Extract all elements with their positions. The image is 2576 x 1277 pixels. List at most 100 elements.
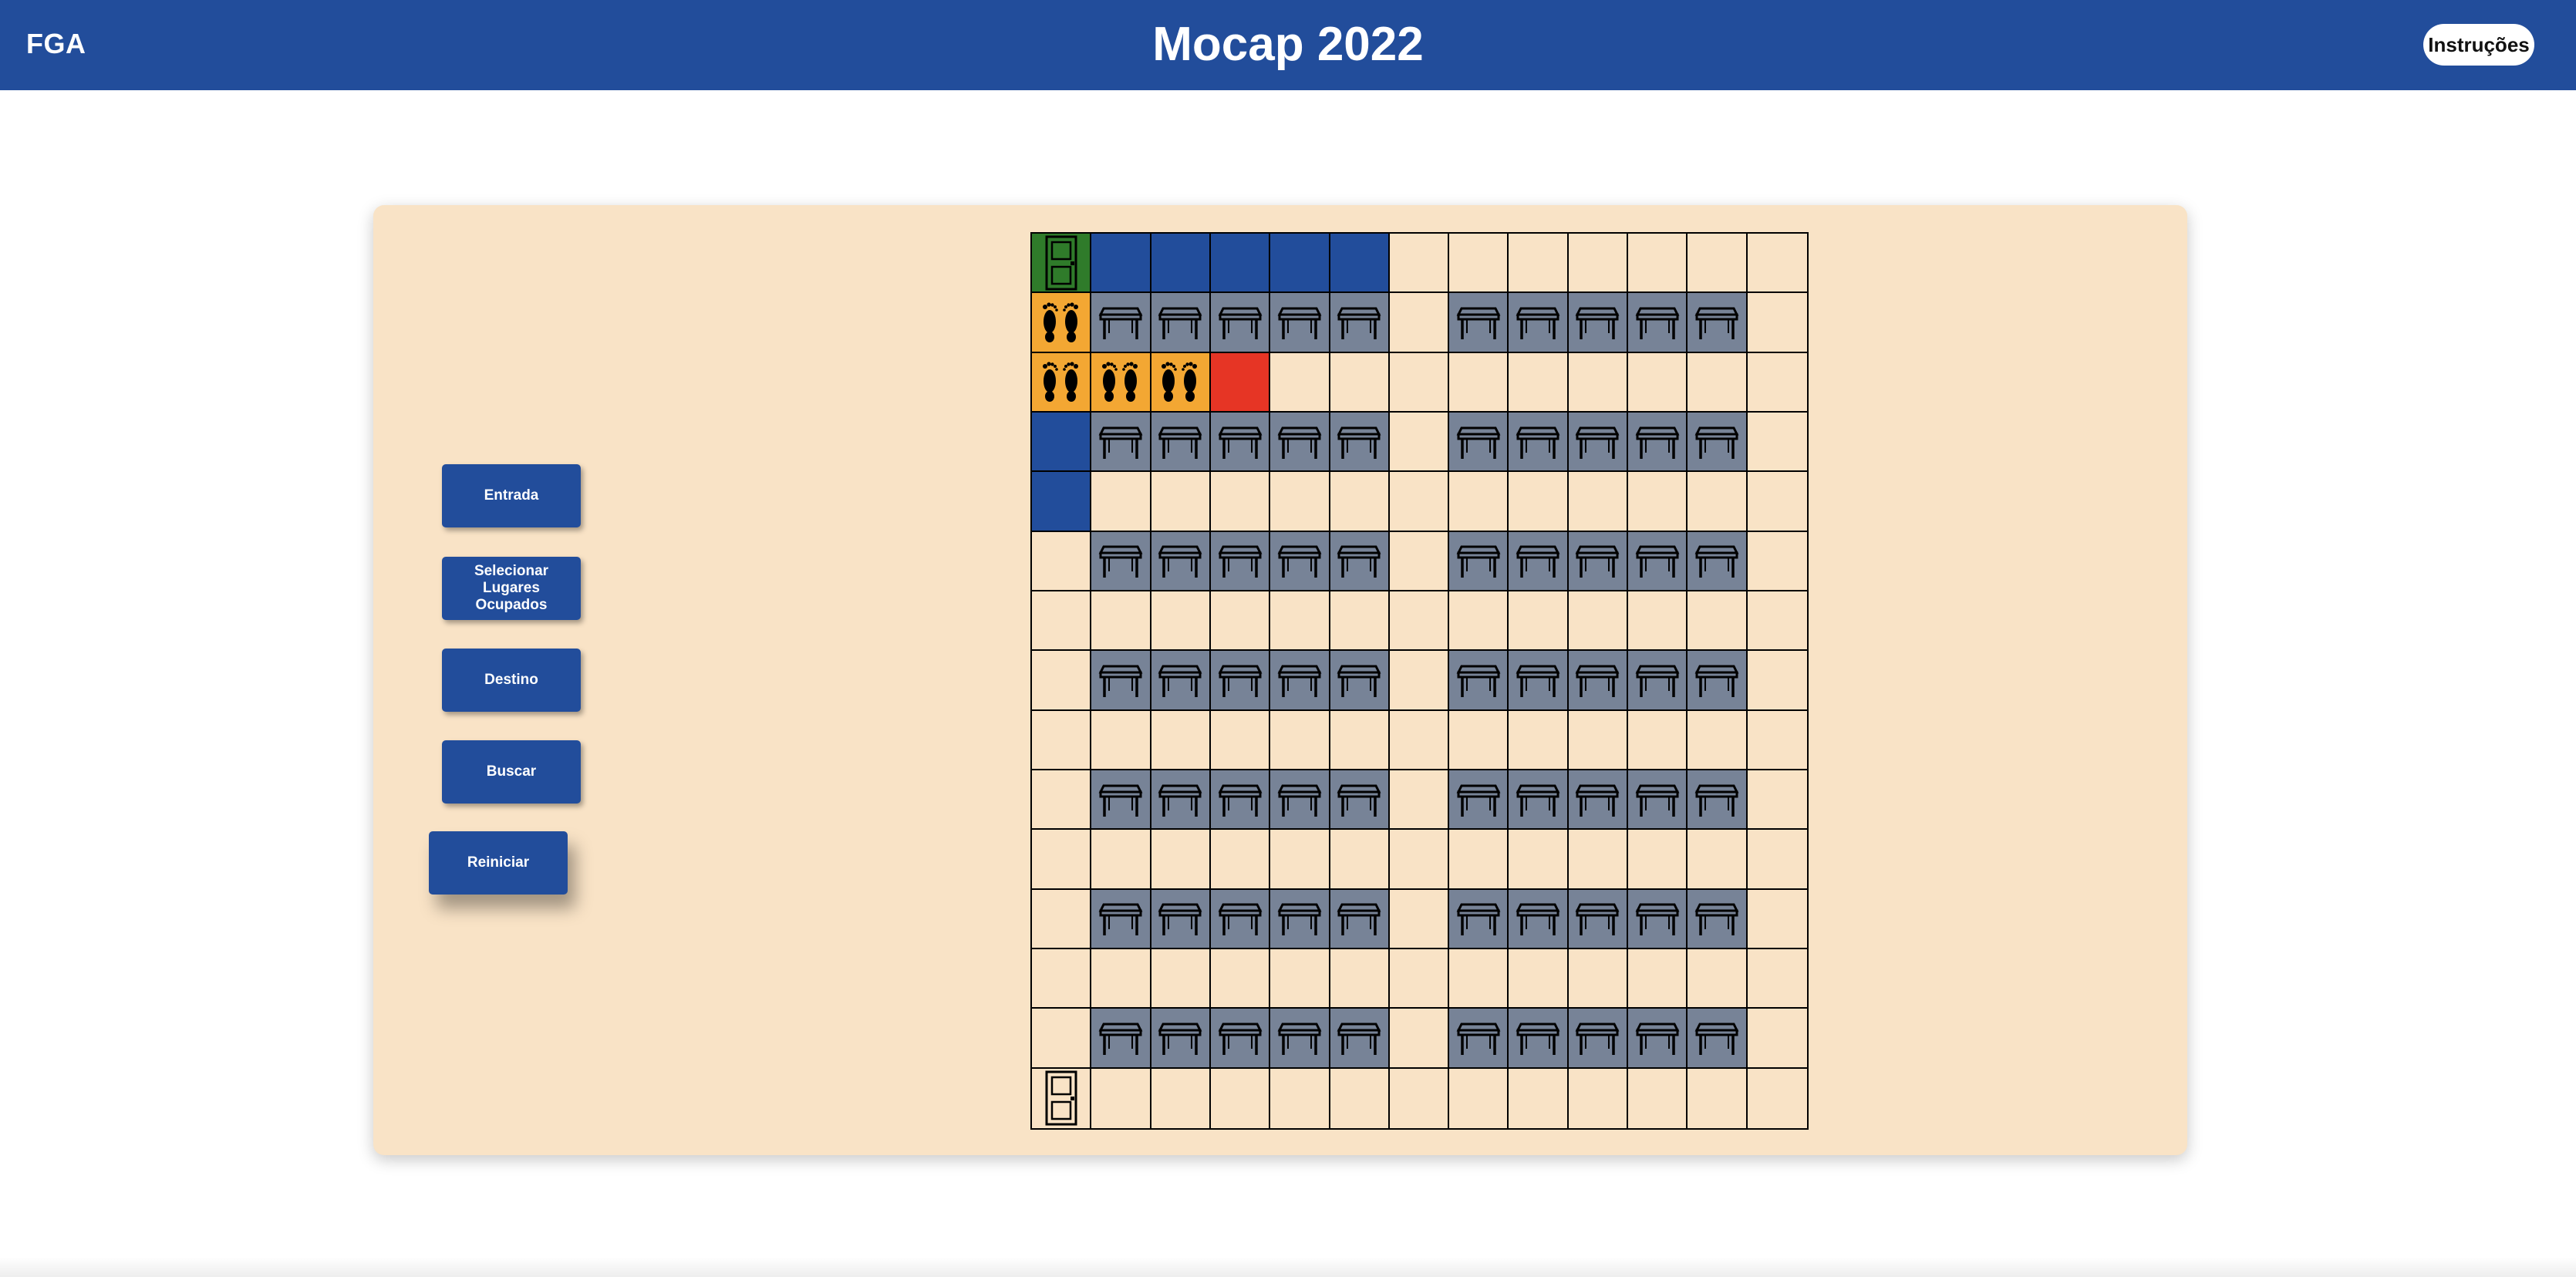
grid-cell-empty[interactable] xyxy=(1330,1068,1390,1128)
grid-cell-empty[interactable] xyxy=(1270,352,1330,413)
grid-cell-empty[interactable] xyxy=(1210,472,1271,532)
grid-cell-empty[interactable] xyxy=(1389,472,1450,532)
grid-cell-blocked[interactable] xyxy=(1032,472,1092,532)
grid-cell-seat[interactable] xyxy=(1091,651,1151,711)
grid-cell-seat[interactable] xyxy=(1270,651,1330,711)
grid-cell-seat[interactable] xyxy=(1628,293,1688,353)
grid-cell-seat[interactable] xyxy=(1210,651,1271,711)
grid-cell-blocked[interactable] xyxy=(1151,234,1211,294)
grid-cell-empty[interactable] xyxy=(1389,352,1450,413)
grid-cell-empty[interactable] xyxy=(1151,472,1211,532)
grid-cell-empty[interactable] xyxy=(1210,949,1271,1009)
grid-cell-empty[interactable] xyxy=(1449,710,1509,770)
grid-cell-empty[interactable] xyxy=(1449,1068,1509,1128)
grid-cell-seat[interactable] xyxy=(1509,1009,1569,1069)
grid-cell-empty[interactable] xyxy=(1389,710,1450,770)
grid-cell-empty[interactable] xyxy=(1747,591,1807,652)
grid-cell-empty[interactable] xyxy=(1389,234,1450,294)
grid-cell-empty[interactable] xyxy=(1032,949,1092,1009)
grid-cell-empty[interactable] xyxy=(1509,234,1569,294)
grid-cell-empty[interactable] xyxy=(1389,531,1450,591)
grid-cell-empty[interactable] xyxy=(1688,352,1748,413)
grid-cell-empty[interactable] xyxy=(1151,1068,1211,1128)
grid-cell-empty[interactable] xyxy=(1449,234,1509,294)
grid-cell-empty[interactable] xyxy=(1568,710,1629,770)
grid-cell-empty[interactable] xyxy=(1568,830,1629,890)
grid-cell-empty[interactable] xyxy=(1091,1068,1151,1128)
grid-cell-seat[interactable] xyxy=(1688,770,1748,831)
grid-cell-empty[interactable] xyxy=(1091,710,1151,770)
grid-cell-seat[interactable] xyxy=(1449,1009,1509,1069)
grid-cell-seat[interactable] xyxy=(1568,293,1629,353)
grid-cell-seat[interactable] xyxy=(1091,1009,1151,1069)
grid-cell-blocked[interactable] xyxy=(1330,234,1390,294)
grid-cell-empty[interactable] xyxy=(1747,472,1807,532)
grid-cell-empty[interactable] xyxy=(1389,770,1450,831)
grid-cell-empty[interactable] xyxy=(1389,651,1450,711)
grid-cell-seat[interactable] xyxy=(1449,889,1509,949)
grid-cell-empty[interactable] xyxy=(1210,1068,1271,1128)
grid-cell-seat[interactable] xyxy=(1330,1009,1390,1069)
grid-cell-empty[interactable] xyxy=(1389,889,1450,949)
grid-cell-empty[interactable] xyxy=(1628,1068,1688,1128)
grid-cell-path[interactable] xyxy=(1091,352,1151,413)
grid-cell-empty[interactable] xyxy=(1747,949,1807,1009)
grid-cell-seat[interactable] xyxy=(1568,1009,1629,1069)
grid-cell-seat[interactable] xyxy=(1509,770,1569,831)
grid-cell-seat[interactable] xyxy=(1628,1009,1688,1069)
grid-cell-empty[interactable] xyxy=(1509,830,1569,890)
grid-cell-empty[interactable] xyxy=(1330,949,1390,1009)
grid-cell-seat[interactable] xyxy=(1091,413,1151,473)
grid-cell-entrance[interactable] xyxy=(1032,234,1092,294)
grid-cell-seat[interactable] xyxy=(1509,889,1569,949)
grid-cell-path[interactable] xyxy=(1032,293,1092,353)
grid-cell-empty[interactable] xyxy=(1747,413,1807,473)
grid-cell-seat[interactable] xyxy=(1688,889,1748,949)
grid-cell-seat[interactable] xyxy=(1330,413,1390,473)
grid-cell-empty[interactable] xyxy=(1210,591,1271,652)
grid-cell-empty[interactable] xyxy=(1568,234,1629,294)
grid-cell-empty[interactable] xyxy=(1688,591,1748,652)
grid-cell-empty[interactable] xyxy=(1747,531,1807,591)
grid-cell-seat[interactable] xyxy=(1151,1009,1211,1069)
grid-cell-path[interactable] xyxy=(1151,352,1211,413)
grid-cell-empty[interactable] xyxy=(1091,472,1151,532)
grid-cell-seat[interactable] xyxy=(1568,651,1629,711)
grid-cell-seat[interactable] xyxy=(1568,770,1629,831)
grid-cell-empty[interactable] xyxy=(1747,889,1807,949)
grid-cell-empty[interactable] xyxy=(1449,472,1509,532)
grid-cell-seat[interactable] xyxy=(1509,293,1569,353)
grid-cell-seat[interactable] xyxy=(1151,293,1211,353)
grid-cell-empty[interactable] xyxy=(1509,949,1569,1009)
grid-cell-empty[interactable] xyxy=(1032,651,1092,711)
grid-cell-seat[interactable] xyxy=(1688,531,1748,591)
grid-cell-empty[interactable] xyxy=(1628,830,1688,890)
grid-cell-seat[interactable] xyxy=(1449,531,1509,591)
grid-cell-empty[interactable] xyxy=(1688,234,1748,294)
instructions-button[interactable]: Instruções xyxy=(2423,24,2534,66)
grid-cell-seat[interactable] xyxy=(1628,413,1688,473)
grid-cell-seat[interactable] xyxy=(1628,651,1688,711)
grid-cell-exit[interactable] xyxy=(1032,1068,1092,1128)
grid-cell-empty[interactable] xyxy=(1628,472,1688,532)
grid-cell-empty[interactable] xyxy=(1747,830,1807,890)
grid-cell-empty[interactable] xyxy=(1449,352,1509,413)
grid-cell-empty[interactable] xyxy=(1568,949,1629,1009)
grid-cell-empty[interactable] xyxy=(1330,591,1390,652)
grid-cell-seat[interactable] xyxy=(1270,531,1330,591)
grid-cell-empty[interactable] xyxy=(1389,1009,1450,1069)
grid-cell-empty[interactable] xyxy=(1688,472,1748,532)
entrada-button[interactable]: Entrada xyxy=(442,464,581,527)
grid-cell-seat[interactable] xyxy=(1330,889,1390,949)
grid-cell-empty[interactable] xyxy=(1151,591,1211,652)
grid-cell-seat[interactable] xyxy=(1091,293,1151,353)
grid-cell-seat[interactable] xyxy=(1688,413,1748,473)
grid-cell-blocked[interactable] xyxy=(1270,234,1330,294)
buscar-button[interactable]: Buscar xyxy=(442,740,581,804)
grid-cell-seat[interactable] xyxy=(1509,413,1569,473)
grid-cell-empty[interactable] xyxy=(1747,1068,1807,1128)
grid-cell-seat[interactable] xyxy=(1210,1009,1271,1069)
grid-cell-empty[interactable] xyxy=(1270,830,1330,890)
grid-cell-empty[interactable] xyxy=(1568,1068,1629,1128)
grid-cell-seat[interactable] xyxy=(1270,770,1330,831)
